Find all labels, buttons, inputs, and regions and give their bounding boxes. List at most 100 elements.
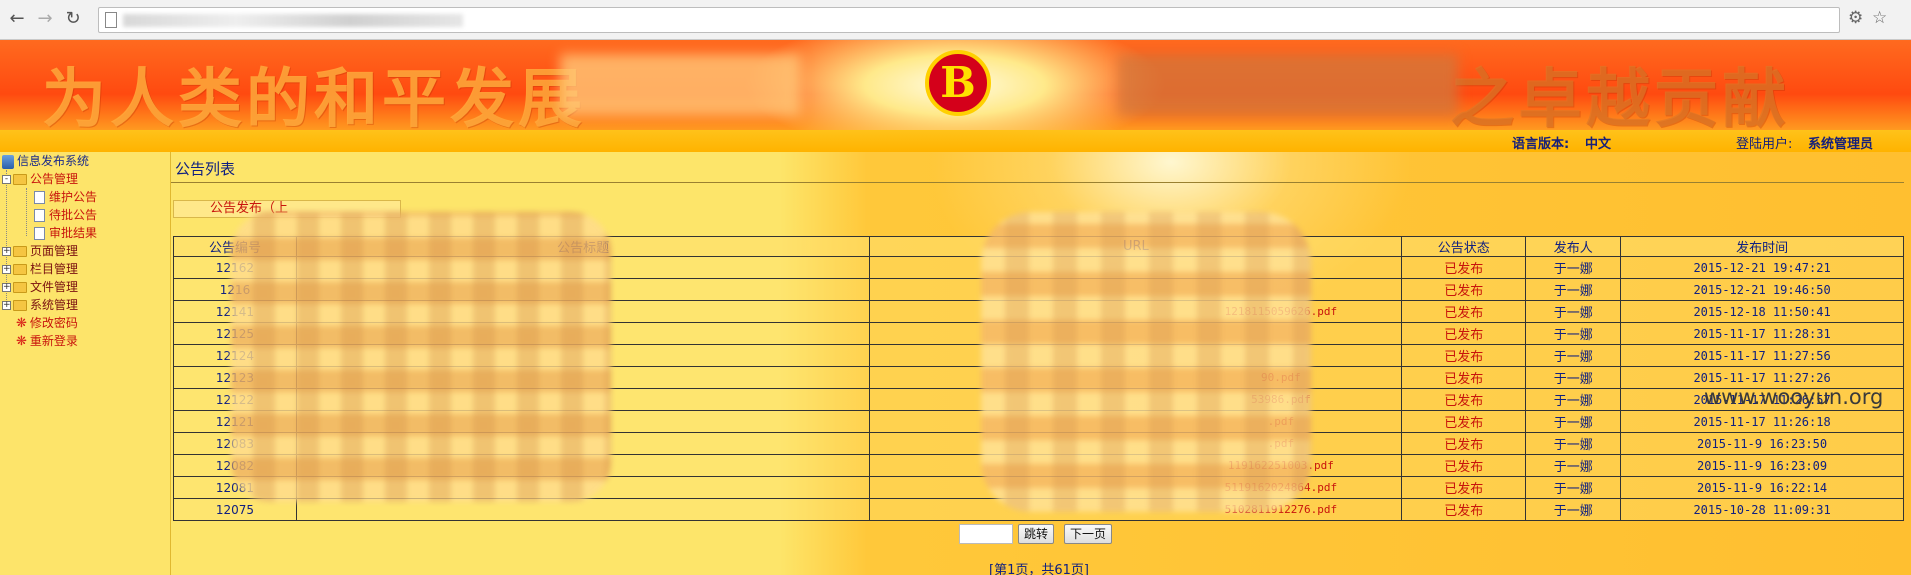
cell-publisher: 于一娜 [1525, 344, 1622, 367]
cell-status: 已发布 [1401, 388, 1527, 411]
cell-status: 已发布 [1401, 278, 1527, 301]
sidebar-label: 审批结果 [49, 226, 98, 240]
sidebar-item-notice-mgmt[interactable]: - 公告管理 [2, 170, 78, 188]
sidebar-label: 公告管理 [30, 172, 79, 186]
sidebar-root-label: 信息发布系统 [17, 154, 90, 168]
document-icon [34, 209, 45, 222]
address-bar[interactable] [98, 7, 1840, 33]
cell-status: 已发布 [1401, 366, 1527, 389]
address-redacted [123, 14, 463, 27]
star-icon[interactable]: ☆ [1872, 8, 1887, 28]
cell-publisher: 于一娜 [1525, 410, 1622, 433]
cell-time: 2015-12-21 19:46:50 [1620, 278, 1904, 301]
banner-redacted-left [560, 54, 800, 116]
jump-button[interactable]: 跳转 [1018, 524, 1055, 544]
page-icon [105, 12, 117, 28]
folder-icon [13, 300, 27, 311]
sidebar-label: 页面管理 [30, 244, 79, 258]
sidebar-item-relogin[interactable]: ❋ 重新登录 [16, 332, 78, 350]
column-header[interactable]: 公告状态 [1401, 236, 1527, 257]
banner-redacted-right [1118, 54, 1458, 116]
document-icon [34, 191, 45, 204]
cell-publisher: 于一娜 [1525, 300, 1622, 323]
sidebar-label: 修改密码 [29, 316, 78, 330]
cell-publisher: 于一娜 [1525, 388, 1622, 411]
folder-icon [13, 174, 27, 185]
cell-time: 2015-11-17 11:26:18 [1620, 410, 1904, 433]
expand-icon[interactable]: + [2, 247, 11, 256]
cell-status: 已发布 [1401, 498, 1527, 521]
page-info: [第1页，共61页] [989, 563, 1089, 575]
sidebar-label: 维护公告 [49, 190, 98, 204]
monitor-icon [2, 154, 14, 169]
redaction-mosaic-title [231, 212, 611, 502]
language-value: 中文 [1585, 137, 1612, 152]
cell-publisher: 于一娜 [1525, 476, 1622, 499]
sidebar-label: 栏目管理 [30, 262, 79, 276]
sidebar-label: 重新登录 [29, 334, 78, 348]
browser-toolbar: ← → ↻ ⚙ ☆ [0, 0, 1911, 40]
sidebar-item-column-mgmt[interactable]: + 栏目管理 [2, 260, 78, 278]
gear-icon: ❋ [16, 333, 27, 349]
sidebar-item-page-mgmt[interactable]: + 页面管理 [2, 242, 78, 260]
collapse-icon[interactable]: - [2, 175, 11, 184]
cell-status: 已发布 [1401, 432, 1527, 455]
expand-icon[interactable]: + [2, 265, 11, 274]
title-divider [171, 182, 1904, 183]
tree-line [26, 188, 27, 236]
cell-status: 已发布 [1401, 410, 1527, 433]
column-header[interactable]: 发布人 [1525, 236, 1622, 257]
sidebar-item-file-mgmt[interactable]: + 文件管理 [2, 278, 78, 296]
cell-publisher: 于一娜 [1525, 278, 1622, 301]
user-value: 系统管理员 [1808, 137, 1874, 152]
watermark: www.wooyun.org [1704, 385, 1884, 409]
next-page-button[interactable]: 下一页 [1064, 524, 1113, 544]
cell-publisher: 于一娜 [1525, 432, 1622, 455]
sidebar-item-maintain-notice[interactable]: 维护公告 [34, 188, 97, 206]
expand-icon[interactable]: + [2, 283, 11, 292]
reload-icon[interactable]: ↻ [62, 8, 84, 30]
cell-time: 2015-11-9 16:23:50 [1620, 432, 1904, 455]
arrow-left-icon[interactable]: ← [6, 8, 28, 30]
sidebar-label: 待批公告 [49, 208, 98, 222]
column-header[interactable]: 发布时间 [1620, 236, 1904, 257]
cell-status: 已发布 [1401, 476, 1527, 499]
banner-slogan-right: 之卓越贡献 [1450, 63, 1790, 130]
redaction-mosaic-url [981, 212, 1311, 512]
sidebar-item-pending-notice[interactable]: 待批公告 [34, 206, 97, 224]
sidebar-root[interactable]: 信息发布系统 [2, 152, 89, 170]
banner-slogan-left: 为人类的和平发展 [42, 63, 586, 130]
cell-status: 已发布 [1401, 454, 1527, 477]
language-label: 语言版本: [1512, 137, 1570, 152]
site-banner: 为人类的和平发展 B 之卓越贡献 [0, 40, 1911, 130]
arrow-right-icon[interactable]: → [34, 8, 56, 30]
page-title: 公告列表 [175, 160, 236, 178]
sidebar-item-change-password[interactable]: ❋ 修改密码 [16, 314, 78, 332]
cell-time: 2015-12-21 19:47:21 [1620, 256, 1904, 279]
folder-icon [13, 264, 27, 275]
cell-status: 已发布 [1401, 322, 1527, 345]
user-label: 登陆用户: [1736, 137, 1793, 152]
cell-status: 已发布 [1401, 256, 1527, 279]
cell-time: 2015-10-28 11:09:31 [1620, 498, 1904, 521]
cell-time: 2015-11-17 11:27:56 [1620, 344, 1904, 367]
cell-publisher: 于一娜 [1525, 498, 1622, 521]
cell-status: 已发布 [1401, 300, 1527, 323]
expand-icon[interactable]: + [2, 301, 11, 310]
page-jump-input[interactable] [959, 524, 1013, 544]
logo: B [925, 50, 991, 116]
extension-icon[interactable]: ⚙ [1848, 8, 1863, 28]
main-panel: 公告列表 公告发布（上 公告编号 公告标题 URL 公告状态 发布人 发布时间 … [170, 152, 1911, 575]
cell-publisher: 于一娜 [1525, 256, 1622, 279]
sidebar-label: 文件管理 [30, 280, 79, 294]
status-bar: 语言版本: 中文 登陆用户: 系统管理员 [0, 130, 1911, 152]
sidebar-item-system-mgmt[interactable]: + 系统管理 [2, 296, 78, 314]
cell-publisher: 于一娜 [1525, 366, 1622, 389]
cell-status: 已发布 [1401, 344, 1527, 367]
sidebar-label: 系统管理 [30, 298, 79, 312]
sidebar-item-approval-result[interactable]: 审批结果 [34, 224, 97, 242]
cell-publisher: 于一娜 [1525, 454, 1622, 477]
cell-publisher: 于一娜 [1525, 322, 1622, 345]
cell-time: 2015-11-17 11:28:31 [1620, 322, 1904, 345]
gear-icon: ❋ [16, 315, 27, 331]
